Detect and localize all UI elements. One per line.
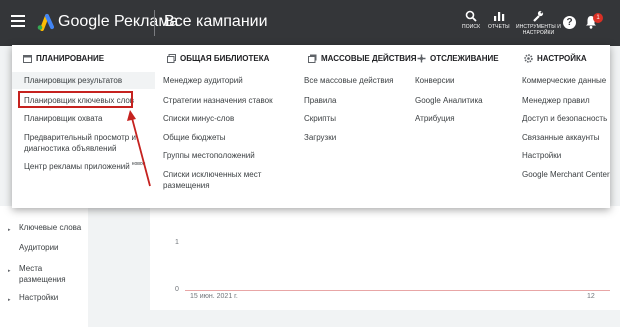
annotation-arrow-icon [127,110,151,187]
